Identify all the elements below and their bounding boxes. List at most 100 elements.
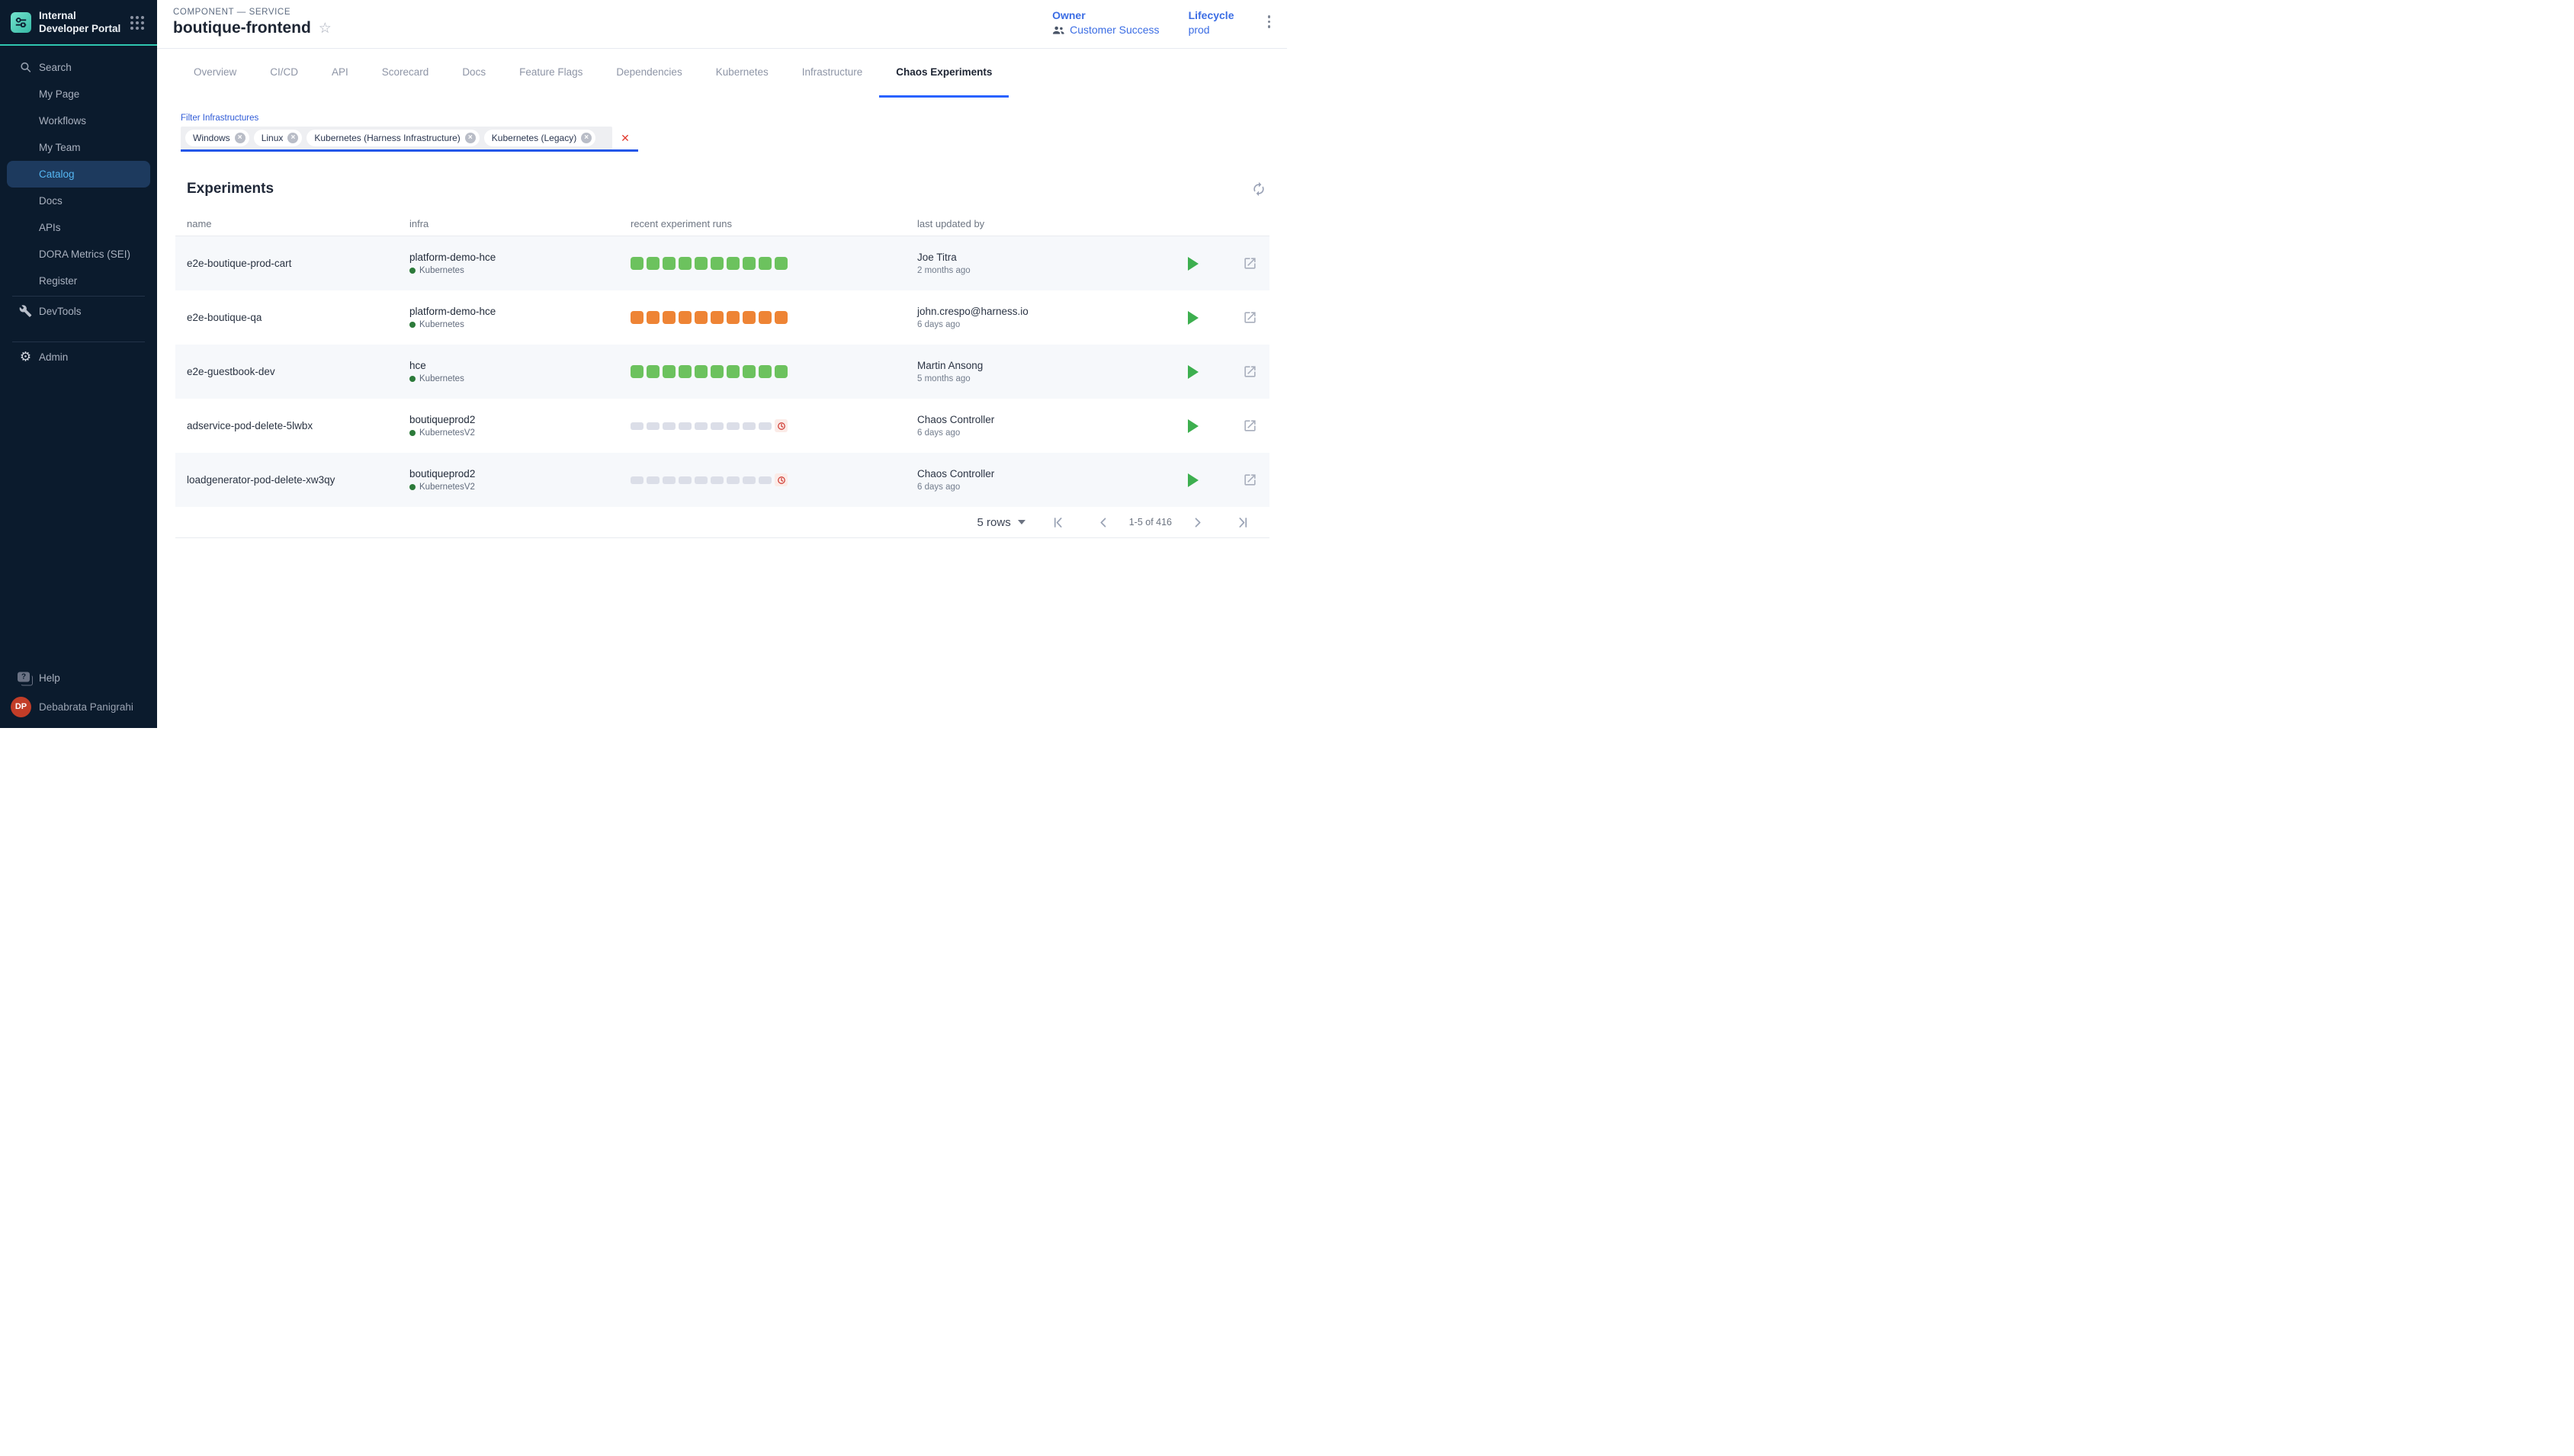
open-in-new-icon[interactable] [1243, 419, 1257, 433]
table-row[interactable]: e2e-guestbook-dev hce Kubernetes Martin … [175, 345, 1269, 399]
run-indicator[interactable] [631, 365, 644, 378]
run-experiment-button[interactable] [1188, 419, 1199, 433]
run-indicator[interactable] [759, 311, 772, 324]
sidebar-item-docs[interactable]: Docs [0, 188, 157, 214]
run-indicator[interactable] [759, 476, 772, 484]
run-indicator[interactable] [647, 422, 660, 430]
run-indicator[interactable] [679, 422, 692, 430]
run-indicator[interactable] [679, 476, 692, 484]
run-indicator[interactable] [711, 311, 724, 324]
tab-infrastructure[interactable]: Infrastructure [785, 49, 880, 98]
help-button[interactable]: ? Help [0, 665, 157, 691]
run-indicator[interactable] [743, 476, 756, 484]
tab-overview[interactable]: Overview [177, 49, 253, 98]
run-experiment-button[interactable] [1188, 311, 1199, 325]
previous-page-icon[interactable] [1096, 515, 1111, 530]
open-in-new-icon[interactable] [1243, 364, 1257, 379]
run-indicator[interactable] [759, 365, 772, 378]
clear-filters-icon[interactable]: ✕ [612, 127, 638, 149]
tab-scorecard[interactable]: Scorecard [365, 49, 446, 98]
apps-grid-icon[interactable] [130, 16, 144, 30]
run-indicator[interactable] [727, 476, 740, 484]
sidebar-item-search[interactable]: Search [0, 54, 157, 81]
run-indicator[interactable] [695, 422, 708, 430]
next-page-icon[interactable] [1190, 515, 1205, 530]
run-indicator[interactable] [775, 365, 788, 378]
run-indicator[interactable] [679, 311, 692, 324]
run-indicator[interactable] [663, 311, 676, 324]
run-indicator[interactable] [727, 311, 740, 324]
run-indicator[interactable] [743, 365, 756, 378]
run-experiment-button[interactable] [1188, 365, 1199, 379]
run-indicator[interactable] [663, 476, 676, 484]
tab-feature-flags[interactable]: Feature Flags [502, 49, 599, 98]
run-indicator[interactable] [647, 365, 660, 378]
run-indicator[interactable] [727, 422, 740, 430]
tab-kubernetes[interactable]: Kubernetes [699, 49, 785, 98]
run-indicator[interactable] [647, 257, 660, 270]
first-page-icon[interactable] [1051, 515, 1066, 530]
sidebar-item-devtools[interactable]: DevTools [0, 298, 157, 325]
sidebar-item-my-team[interactable]: My Team [0, 134, 157, 161]
run-indicator[interactable] [631, 422, 644, 430]
user-menu[interactable]: DP Debabrata Panigrahi [0, 691, 157, 722]
table-row[interactable]: adservice-pod-delete-5lwbx boutiqueprod2… [175, 399, 1269, 453]
rows-per-page-select[interactable]: 5 rows [977, 516, 1025, 529]
run-indicator[interactable] [631, 311, 644, 324]
remove-chip-icon[interactable]: × [235, 133, 246, 143]
run-indicator[interactable] [647, 476, 660, 484]
more-options-icon[interactable] [1263, 9, 1276, 34]
tab-chaos-experiments[interactable]: Chaos Experiments [879, 49, 1009, 98]
run-indicator[interactable] [663, 365, 676, 378]
tab-docs[interactable]: Docs [445, 49, 502, 98]
run-indicator[interactable] [695, 365, 708, 378]
run-indicator[interactable] [663, 422, 676, 430]
open-in-new-icon[interactable] [1243, 256, 1257, 271]
run-indicator[interactable] [631, 476, 644, 484]
sidebar-item-register[interactable]: Register [0, 268, 157, 294]
table-row[interactable]: e2e-boutique-qa platform-demo-hce Kubern… [175, 290, 1269, 345]
favorite-star-icon[interactable]: ☆ [319, 21, 332, 36]
run-indicator[interactable] [759, 422, 772, 430]
run-indicator[interactable] [727, 365, 740, 378]
run-indicator[interactable] [711, 365, 724, 378]
refresh-icon[interactable] [1251, 181, 1266, 197]
last-page-icon[interactable] [1235, 515, 1250, 530]
run-indicator[interactable] [743, 257, 756, 270]
tab-dependencies[interactable]: Dependencies [599, 49, 698, 98]
run-indicator[interactable] [759, 257, 772, 270]
run-indicator[interactable] [711, 257, 724, 270]
run-indicator[interactable] [775, 257, 788, 270]
table-row[interactable]: loadgenerator-pod-delete-xw3qy boutiquep… [175, 453, 1269, 507]
sidebar-item-dora-metrics[interactable]: DORA Metrics (SEI) [0, 241, 157, 268]
run-indicator[interactable] [727, 257, 740, 270]
remove-chip-icon[interactable]: × [287, 133, 298, 143]
sidebar-item-my-page[interactable]: My Page [0, 81, 157, 107]
run-indicator[interactable] [679, 257, 692, 270]
run-indicator[interactable] [631, 257, 644, 270]
remove-chip-icon[interactable]: × [465, 133, 476, 143]
run-indicator[interactable] [647, 311, 660, 324]
table-row[interactable]: e2e-boutique-prod-cart platform-demo-hce… [175, 236, 1269, 290]
open-in-new-icon[interactable] [1243, 473, 1257, 487]
run-indicator[interactable] [679, 365, 692, 378]
run-indicator[interactable] [711, 422, 724, 430]
remove-chip-icon[interactable]: × [581, 133, 592, 143]
run-indicator[interactable] [695, 476, 708, 484]
run-indicator[interactable] [695, 257, 708, 270]
sidebar-item-workflows[interactable]: Workflows [0, 107, 157, 134]
run-indicator[interactable] [743, 311, 756, 324]
open-in-new-icon[interactable] [1243, 310, 1257, 325]
run-experiment-button[interactable] [1188, 257, 1199, 271]
tab-api[interactable]: API [315, 49, 365, 98]
run-indicator[interactable] [743, 422, 756, 430]
tab-cicd[interactable]: CI/CD [253, 49, 315, 98]
sidebar-item-catalog[interactable]: Catalog [7, 161, 150, 188]
owner-link[interactable]: Customer Success [1070, 24, 1159, 36]
run-indicator[interactable] [775, 311, 788, 324]
run-indicator[interactable] [711, 476, 724, 484]
run-indicator[interactable] [695, 311, 708, 324]
run-experiment-button[interactable] [1188, 473, 1199, 487]
sidebar-item-apis[interactable]: APIs [0, 214, 157, 241]
sidebar-item-admin[interactable]: ⚙ Admin [0, 344, 157, 370]
